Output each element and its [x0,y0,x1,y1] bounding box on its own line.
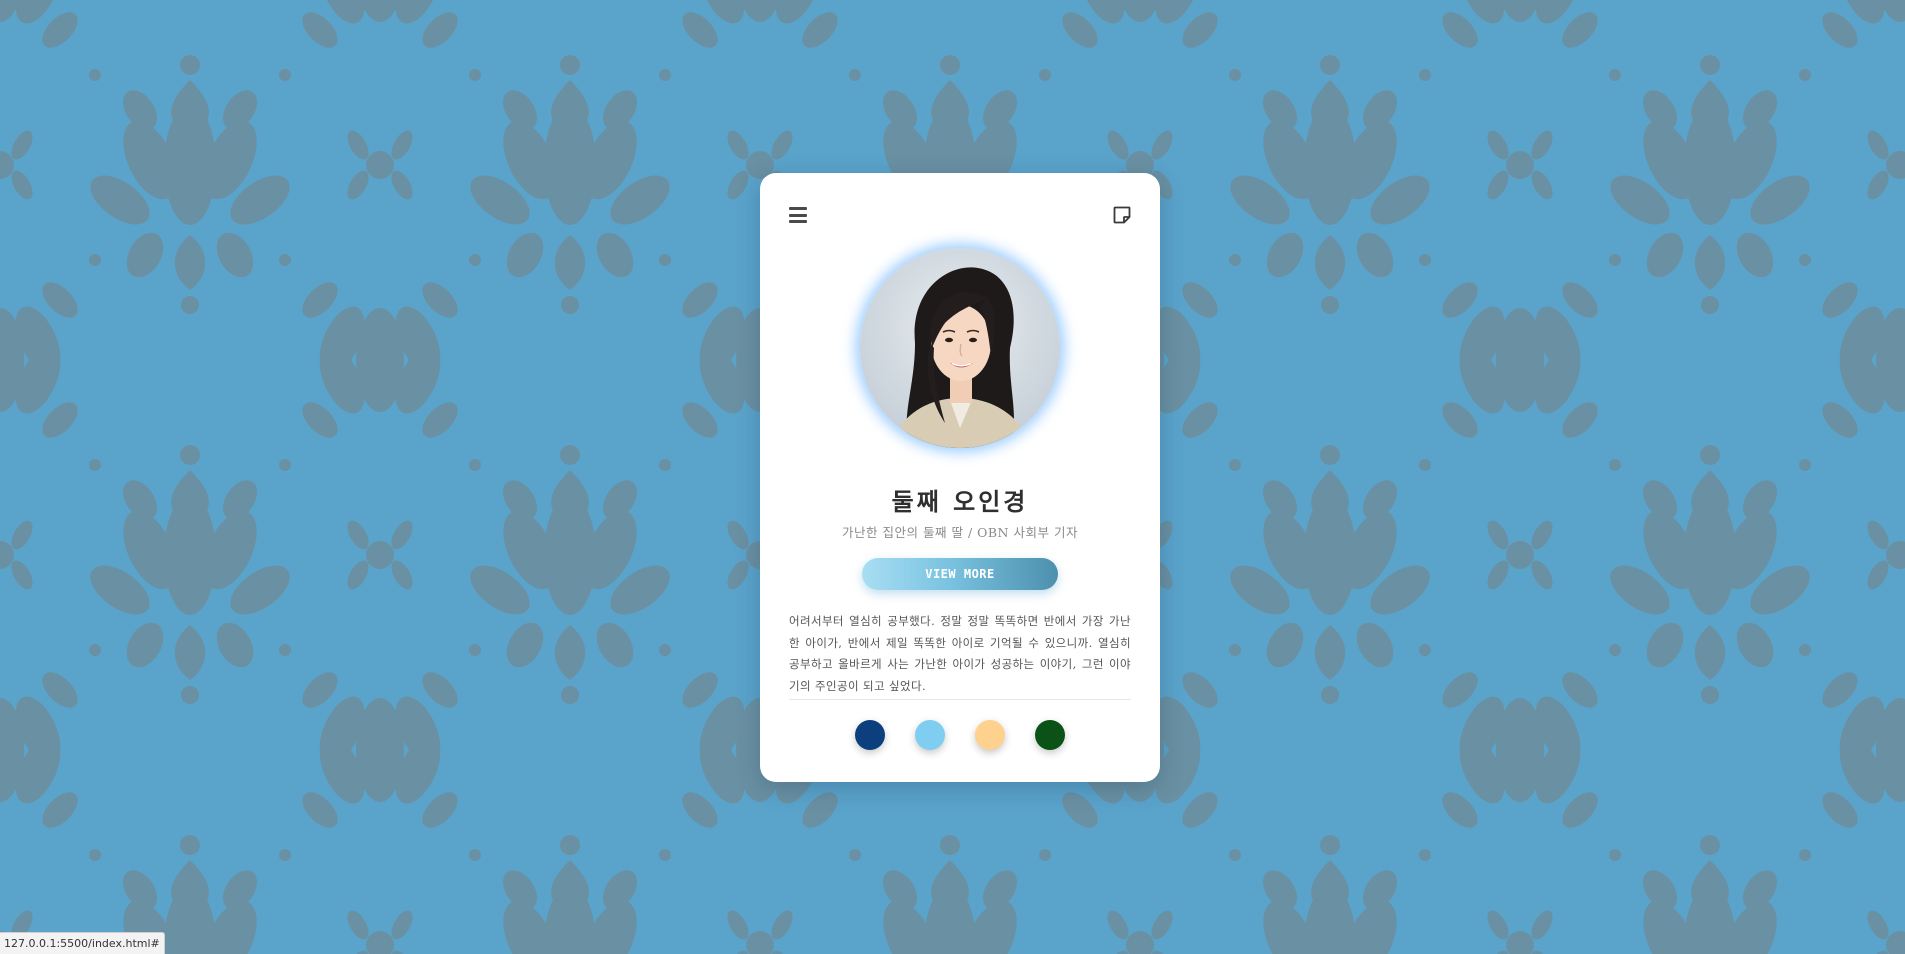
profile-description: 어려서부터 열심히 공부했다. 정말 정말 똑똑하면 반에서 가장 가난한 아이… [789,614,1131,693]
swatch-dark-green[interactable] [1035,720,1065,750]
view-more-button[interactable]: VIEW MORE [862,558,1058,590]
swatch-navy[interactable] [855,720,885,750]
menu-line [789,207,807,210]
color-swatches [760,720,1160,750]
profile-subtitle: 가난한 집안의 둘째 딸 / OBN 사회부 기자 [842,525,1078,540]
swatch-sky-blue[interactable] [915,720,945,750]
profile-name: 둘째 오인경 [891,487,1029,516]
hamburger-menu-icon[interactable] [789,207,807,223]
divider [789,699,1131,700]
profile-card: 둘째 오인경 가난한 집안의 둘째 딸 / OBN 사회부 기자 VIEW MO… [760,173,1160,782]
avatar [860,248,1060,448]
swatch-peach[interactable] [975,720,1005,750]
menu-line [789,220,807,223]
menu-line [789,213,807,217]
sticky-note-icon[interactable] [1113,206,1131,224]
browser-status-url: 127.0.0.1:5500/index.html# [0,932,165,954]
